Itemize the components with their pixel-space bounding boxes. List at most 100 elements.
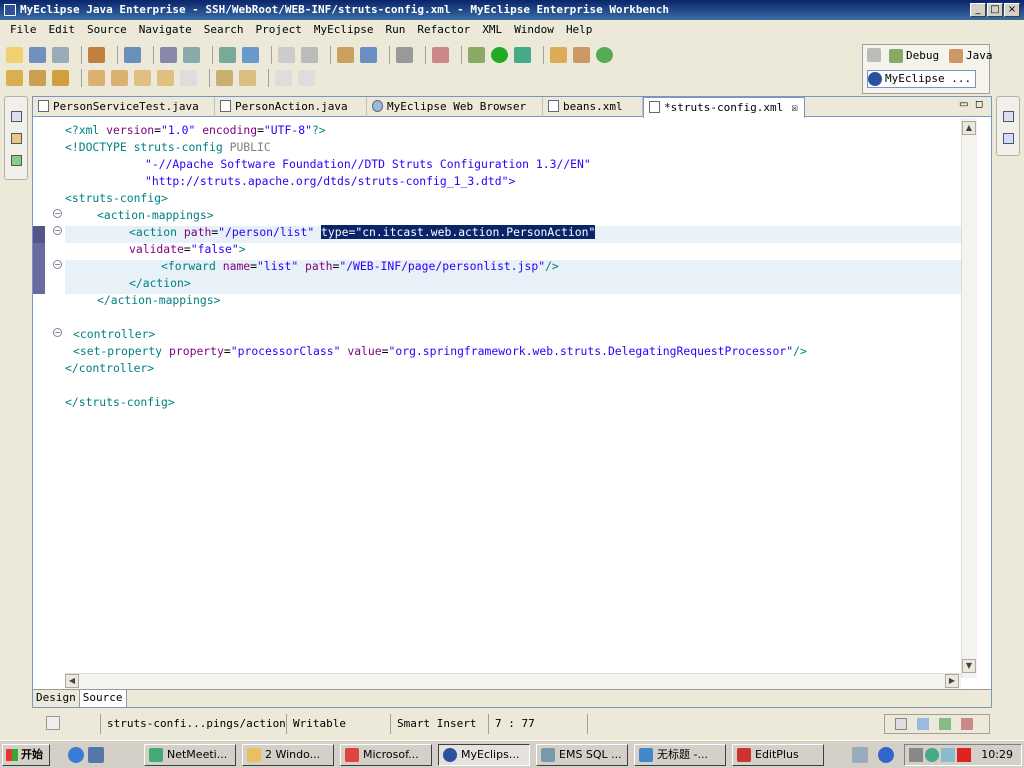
network-icon[interactable]	[909, 748, 923, 762]
tab-design[interactable]: Design	[33, 690, 80, 707]
minimize-editor-icon[interactable]: ▭	[959, 99, 968, 110]
perspective-myeclipse-button[interactable]: MyEclipse ...	[867, 70, 977, 88]
save-icon[interactable]	[29, 47, 46, 63]
menu-source[interactable]: Source	[81, 20, 133, 40]
tab-personservicetest[interactable]: PersonServiceTest.java	[33, 97, 215, 117]
antivirus-icon[interactable]	[957, 748, 971, 762]
server-icon[interactable]	[124, 47, 141, 63]
task-windows-explorer[interactable]: 2 Windo...	[242, 744, 334, 766]
fold-toggle-icon[interactable]: −	[53, 209, 62, 218]
refresh-icon[interactable]	[596, 47, 613, 63]
toggle-icon[interactable]	[239, 70, 256, 86]
keyboard-icon[interactable]	[852, 747, 868, 763]
menu-search[interactable]: Search	[198, 20, 250, 40]
code-editor[interactable]: <?xml version="1.0" encoding="UTF-8"?> <…	[65, 118, 961, 688]
fold-toggle-icon[interactable]: −	[53, 226, 62, 235]
minimize-button[interactable]: _	[970, 3, 986, 17]
pin-icon[interactable]	[216, 70, 233, 86]
maximize-button[interactable]: □	[987, 3, 1003, 17]
folder-icon[interactable]	[52, 70, 69, 86]
menu-edit[interactable]: Edit	[43, 20, 82, 40]
open-folder-icon[interactable]	[6, 70, 23, 86]
debug-bug-icon[interactable]	[468, 47, 485, 63]
database-icon[interactable]	[219, 47, 236, 63]
scroll-right-icon[interactable]: ▶	[945, 674, 959, 688]
menu-run[interactable]: Run	[379, 20, 411, 40]
menu-refactor[interactable]: Refactor	[411, 20, 476, 40]
back-arrow-icon[interactable]	[157, 70, 174, 86]
edit-icon[interactable]	[29, 70, 46, 86]
package-explorer-icon[interactable]	[11, 133, 22, 144]
menu-file[interactable]: File	[4, 20, 43, 40]
package-icon[interactable]	[337, 47, 354, 63]
maximize-editor-icon[interactable]: ◻	[975, 99, 983, 110]
tab-source[interactable]: Source	[79, 690, 127, 707]
run-icon[interactable]	[491, 47, 508, 63]
menu-navigate[interactable]: Navigate	[133, 20, 198, 40]
close-window-button[interactable]: ×	[1004, 3, 1020, 17]
scroll-down-icon[interactable]: ▼	[962, 659, 976, 673]
menu-window[interactable]: Window	[508, 20, 560, 40]
fold-toggle-icon[interactable]: −	[53, 260, 62, 269]
tab-personaction[interactable]: PersonAction.java	[215, 97, 367, 117]
vertical-scrollbar[interactable]: ▲ ▼	[961, 118, 977, 678]
restore-icon[interactable]	[1003, 111, 1014, 122]
collapse-icon[interactable]	[298, 70, 315, 86]
task-myeclipse[interactable]: MyEclips...	[438, 744, 530, 766]
ie-icon[interactable]	[68, 747, 84, 763]
deploy-icon[interactable]	[183, 47, 200, 63]
tray-app-icon[interactable]	[925, 748, 939, 762]
forward-arrow-icon[interactable]	[180, 70, 197, 86]
menu-help[interactable]: Help	[560, 20, 599, 40]
outline-icon[interactable]	[1003, 133, 1014, 144]
print-icon[interactable]	[52, 47, 69, 63]
problems-icon[interactable]	[961, 718, 973, 730]
run-external-icon[interactable]	[514, 47, 531, 63]
task-microsoft[interactable]: Microsof...	[340, 744, 432, 766]
copy-icon[interactable]	[301, 47, 318, 63]
menu-project[interactable]: Project	[249, 20, 307, 40]
cut-icon[interactable]	[278, 47, 295, 63]
tab-struts-config[interactable]: *struts-config.xml ☒	[643, 97, 805, 118]
xml-file-icon	[548, 100, 559, 112]
task-netmeeting[interactable]: NetMeeti...	[144, 744, 236, 766]
tab-web-browser[interactable]: MyEclipse Web Browser	[367, 97, 543, 117]
close-tab-icon[interactable]: ☒	[791, 98, 798, 117]
prev-annotation-icon[interactable]	[111, 70, 128, 86]
globe-icon[interactable]	[360, 47, 377, 63]
restore-icon[interactable]	[11, 111, 22, 122]
browser-icon[interactable]	[242, 47, 259, 63]
horizontal-scrollbar[interactable]: ◀ ▶	[65, 673, 961, 689]
tools-icon[interactable]	[432, 47, 449, 63]
fold-toggle-icon[interactable]: −	[53, 328, 62, 337]
menu-xml[interactable]: XML	[476, 20, 508, 40]
back-icon[interactable]	[134, 70, 151, 86]
perspective-debug-button[interactable]: Debug	[889, 48, 939, 64]
next-annotation-icon[interactable]	[88, 70, 105, 86]
new-icon[interactable]	[6, 47, 23, 63]
perspective-java-button[interactable]: Java	[949, 48, 993, 64]
wizard-icon[interactable]	[160, 47, 177, 63]
new-package-icon[interactable]	[573, 47, 590, 63]
task-ems-sql[interactable]: EMS SQL ...	[536, 744, 628, 766]
menu-myeclipse[interactable]: MyEclipse	[308, 20, 380, 40]
task-notepad[interactable]: 无标题 -...	[634, 744, 726, 766]
desktop-icon[interactable]	[88, 747, 104, 763]
volume-icon[interactable]	[941, 748, 955, 762]
fast-view-icon[interactable]	[46, 716, 60, 730]
camera-icon[interactable]	[396, 47, 413, 63]
new-class-icon[interactable]	[550, 47, 567, 63]
tab-beans-xml[interactable]: beans.xml	[543, 97, 643, 117]
hierarchy-icon[interactable]	[11, 155, 22, 166]
scroll-left-icon[interactable]: ◀	[65, 674, 79, 688]
console-icon[interactable]	[917, 718, 929, 730]
scroll-up-icon[interactable]: ▲	[962, 121, 976, 135]
restore-icon[interactable]	[895, 718, 907, 730]
task-editplus[interactable]: EditPlus	[732, 744, 824, 766]
open-perspective-button[interactable]	[867, 48, 884, 62]
servers-icon[interactable]	[939, 718, 951, 730]
expand-icon[interactable]	[275, 70, 292, 86]
open-type-icon[interactable]	[88, 47, 105, 63]
help-icon[interactable]	[878, 747, 894, 763]
start-button[interactable]: 开始	[2, 744, 50, 766]
